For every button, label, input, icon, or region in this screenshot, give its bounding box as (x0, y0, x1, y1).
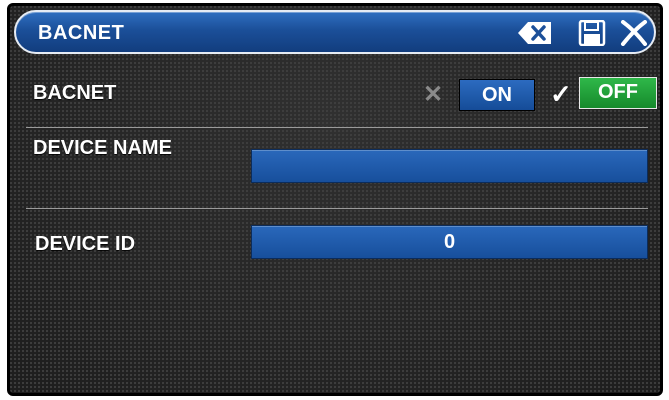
divider (26, 208, 648, 209)
device-id-field[interactable]: 0 (251, 225, 648, 259)
checkmark-icon: ✓ (550, 79, 572, 109)
bacnet-on-button[interactable]: ON (459, 79, 535, 111)
unselected-x-icon: ✕ (423, 81, 444, 108)
title-bar: BACNET (14, 10, 656, 54)
page-title: BACNET (38, 22, 125, 44)
screen: BACNET BACNET ✕ ON ✓ OFF DEVICE NAME DEV… (7, 3, 663, 396)
bacnet-label: BACNET (33, 82, 117, 104)
close-icon[interactable] (620, 20, 648, 46)
clear-icon[interactable] (516, 20, 554, 46)
divider (26, 127, 648, 128)
save-icon[interactable] (578, 20, 606, 46)
device-name-field[interactable] (251, 149, 648, 183)
device-name-label: DEVICE NAME (33, 137, 172, 159)
bacnet-off-button[interactable]: OFF (579, 77, 657, 109)
device-id-label: DEVICE ID (35, 233, 136, 255)
